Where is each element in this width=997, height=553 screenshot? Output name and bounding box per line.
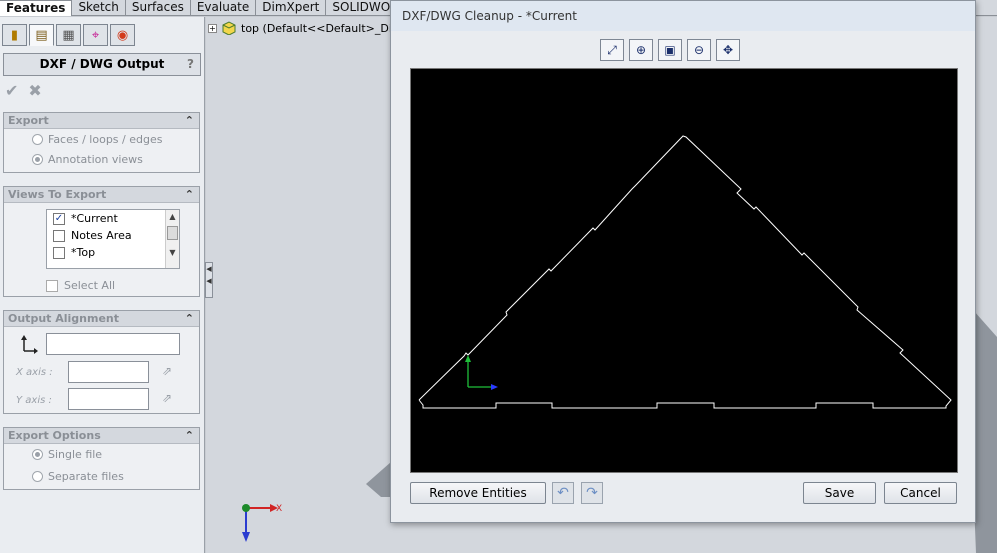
checkbox[interactable] [53,229,65,242]
collapse-up-icon[interactable]: ⌃ [185,428,194,444]
tab-features[interactable]: Features [0,0,73,16]
list-item[interactable]: *Top [47,244,179,261]
origin-input[interactable] [46,333,180,355]
dimxpert-manager-icon[interactable]: ⌖ [83,24,108,46]
zoom-to-fit-icon[interactable]: ⤢ [600,39,624,61]
redo-icon[interactable]: ↷ [581,482,603,504]
part-outline-drawing [418,135,952,409]
export-options-title[interactable]: Export Options ⌃ [4,428,199,444]
zoom-out-icon[interactable]: ⊖ [687,39,711,61]
radio-circle[interactable] [32,133,43,145]
export-group-title[interactable]: Export ⌃ [4,113,199,129]
collapse-up-icon[interactable]: ⌃ [185,311,194,327]
coordinate-triad: X [242,504,282,542]
views-group-title-text: Views To Export [8,188,107,201]
list-item-label: *Top [71,246,96,259]
alignment-group-title[interactable]: Output Alignment ⌃ [4,311,199,327]
ok-cancel-row: ✔ ✖ [5,81,42,100]
scroll-up-arrow-icon[interactable]: ▲ [166,210,179,224]
tree-root-label: top (Default<<Default>_Di... [241,21,403,35]
pan-icon[interactable]: ✥ [716,39,740,61]
checkbox-checked[interactable]: ✓ [53,212,65,225]
x-axis-input[interactable] [68,361,149,383]
radio-label: Annotation views [48,152,143,166]
select-all-checkbox[interactable] [46,279,58,292]
y-axis-input[interactable] [68,388,149,410]
export-group: Export ⌃ Faces / loops / edges Annotatio… [3,112,200,173]
display-manager-icon[interactable]: ◉ [110,24,135,46]
tree-expand-toggle[interactable]: + [208,23,217,33]
save-button[interactable]: Save [803,482,876,504]
list-item-label: Notes Area [71,229,132,242]
reverse-direction-icon[interactable]: ⇗ [162,364,180,382]
manager-tabs: ▮ ▤ ▦ ⌖ ◉ [2,24,135,46]
radio-single-file[interactable]: Single file [4,444,199,464]
property-manager-icon[interactable]: ▤ [29,24,54,46]
y-axis-label: Y axis : [16,395,52,406]
collapse-up-icon[interactable]: ⌃ [185,187,194,203]
remove-entities-button[interactable]: Remove Entities [410,482,546,504]
configuration-manager-icon[interactable]: ▦ [56,24,81,46]
tab-evaluate[interactable]: Evaluate [191,0,257,16]
triad-x-label: X [276,504,282,514]
radio-circle[interactable] [32,470,43,482]
cancel-button[interactable]: Cancel [884,482,957,504]
dialog-view-toolbar: ⤢ ⊕ ▣ ⊖ ✥ [600,39,740,61]
list-item[interactable]: Notes Area [47,227,179,244]
zoom-in-icon[interactable]: ⊕ [629,39,653,61]
property-manager: ▮ ▤ ▦ ⌖ ◉ DXF / DWG Output ? ✔ ✖ Export … [0,17,205,553]
property-manager-title: DXF / DWG Output ? [3,53,201,76]
radio-separate-files[interactable]: Separate files [4,466,199,486]
radio-circle[interactable] [32,153,43,165]
output-alignment-group: Output Alignment ⌃ X axis : ⇗ Y axis : ⇗ [3,310,200,414]
radio-label: Separate files [48,469,124,483]
scroll-thumb[interactable] [167,226,178,240]
reverse-direction-icon[interactable]: ⇗ [162,391,180,409]
tab-sketch[interactable]: Sketch [72,0,126,16]
collapse-up-icon[interactable]: ⌃ [185,113,194,129]
views-to-export-group: Views To Export ⌃ ✓ *Current Notes Area … [3,186,200,297]
views-list[interactable]: ✓ *Current Notes Area *Top ▲ ▼ [46,209,180,269]
radio-label: Faces / loops / edges [48,132,163,146]
alignment-group-title-text: Output Alignment [8,312,120,325]
checkbox[interactable] [53,246,65,259]
part-icon [222,21,236,35]
undo-icon[interactable]: ↶ [552,482,574,504]
radio-circle[interactable] [32,448,43,460]
origin-axes-icon [21,335,38,354]
scroll-down-arrow-icon[interactable]: ▼ [166,246,179,260]
list-item-label: *Current [71,212,118,225]
feature-tree-root[interactable]: + top (Default<<Default>_Di... [208,21,402,35]
export-options-title-text: Export Options [8,429,101,442]
select-all-label: Select All [64,279,116,292]
feature-manager-icon[interactable]: ▮ [2,24,27,46]
property-manager-title-text: DXF / DWG Output [39,57,165,71]
radio-faces-loops-edges[interactable]: Faces / loops / edges [4,129,199,149]
help-icon[interactable]: ? [187,54,194,75]
list-item[interactable]: ✓ *Current [47,210,179,227]
dialog-title[interactable]: DXF/DWG Cleanup - *Current [391,1,975,31]
export-group-title-text: Export [8,114,49,127]
tab-surfaces[interactable]: Surfaces [126,0,191,16]
radio-label: Single file [48,447,103,461]
ok-icon[interactable]: ✔ [5,81,18,100]
dxf-cleanup-dialog: DXF/DWG Cleanup - *Current ⤢ ⊕ ▣ ⊖ ✥ Rem… [390,0,976,523]
x-axis-label: X axis : [16,367,53,378]
panel-collapse-handle[interactable]: ◀ ◀ [205,262,213,298]
list-scrollbar[interactable]: ▲ ▼ [165,210,179,268]
views-group-title[interactable]: Views To Export ⌃ [4,187,199,203]
tab-dimxpert[interactable]: DimXpert [256,0,327,16]
export-options-group: Export Options ⌃ Single file Separate fi… [3,427,200,490]
radio-annotation-views[interactable]: Annotation views [4,149,199,169]
preview-canvas[interactable] [410,68,958,473]
cancel-icon[interactable]: ✖ [28,81,41,100]
zoom-to-area-icon[interactable]: ▣ [658,39,682,61]
select-all-checkbox-row[interactable]: Select All [46,279,115,292]
